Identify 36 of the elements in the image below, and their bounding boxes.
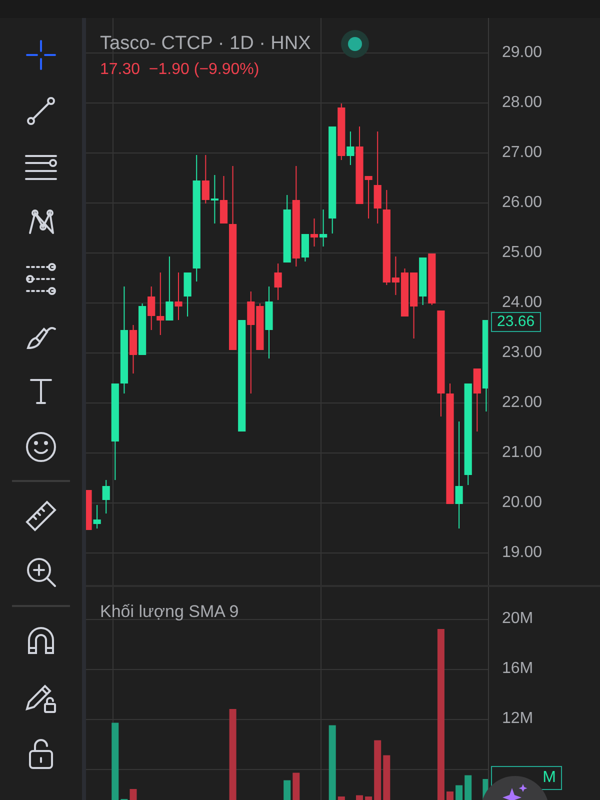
indicator-title: Khối lượng SMA 9 [100,602,239,622]
volume-bar [456,785,463,800]
dotted-lines-icon[interactable] [23,261,59,297]
volume-axis-label: 16M [502,659,534,679]
price-axis-label: 26.00 [502,193,542,213]
status-dot-icon [340,30,369,58]
smiley-icon[interactable] [23,429,59,465]
volume-bar [130,789,137,800]
volume-bar [365,796,372,800]
volume-bar [338,796,345,800]
price-axis-label: 24.00 [502,293,542,313]
volume-bar [446,792,454,800]
volume-bar [374,740,382,800]
price-axis-label: 20.00 [502,493,542,513]
price-axis-label: 21.00 [502,443,542,463]
volume-bar [356,795,363,800]
price-axis-label: 19.00 [502,543,542,563]
volume-bar [464,775,472,800]
price-axis-label: 22.00 [502,393,542,413]
volume-axis-label: 12M [502,709,534,729]
price-axis-label: 25.00 [502,243,542,263]
volume-bar [292,772,300,800]
price-change: 17.30 −1.90 (−9.90%) [100,61,260,79]
symbol-title: Tasco- CTCP · 1D · HNX [100,33,311,55]
price-axis-label: 28.00 [502,93,542,113]
price-axis-label: 23.00 [502,343,542,363]
volume-bar [383,755,390,800]
ruler-icon[interactable] [23,498,59,534]
price-axis-label: 27.00 [502,143,542,163]
volume-bar [284,780,291,800]
candle [400,268,409,317]
crosshair-icon[interactable] [23,37,59,73]
candle [310,218,318,247]
price-axis-label: 29.00 [502,43,542,63]
last-price-tag: 23.66 [491,312,541,332]
volume-axis-label: 20M [502,609,534,629]
